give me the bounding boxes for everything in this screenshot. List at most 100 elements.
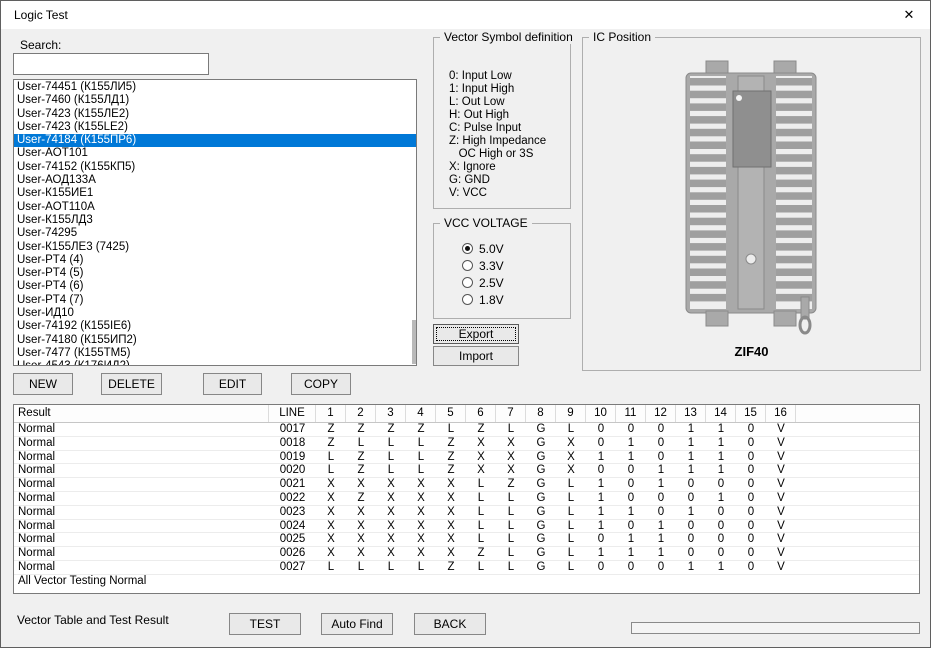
pin-cell: X <box>406 547 436 560</box>
table-row[interactable]: Normal0018ZLLLZXXGX010110V <box>14 437 919 451</box>
list-item[interactable]: User-7460 (К155ЛД1) <box>14 94 416 107</box>
list-item[interactable]: User-PT4 (5) <box>14 267 416 280</box>
list-item[interactable]: User-4543 (К176ИД2) <box>14 360 416 366</box>
vcc-radio-2.5V[interactable]: 2.5V <box>462 274 504 291</box>
test-button[interactable]: TEST <box>229 613 301 635</box>
table-row[interactable]: Normal0023XXXXXLLGL110100V <box>14 506 919 520</box>
list-item[interactable]: User-74152 (К155КП5) <box>14 161 416 174</box>
vector-symbol-line: Z: High Impedance <box>449 135 568 148</box>
table-row[interactable]: Normal0026XXXXXZLGL111000V <box>14 547 919 561</box>
header-cell[interactable]: 9 <box>556 405 586 422</box>
list-item[interactable]: User-AOT110A <box>14 201 416 214</box>
device-listbox[interactable]: User-74451 (К155ЛИ5)User-7460 (К155ЛД1)U… <box>13 79 417 366</box>
list-item[interactable]: User-К155ИЕ1 <box>14 187 416 200</box>
line-cell: 0023 <box>269 506 316 519</box>
list-item[interactable]: User-74451 (К155ЛИ5) <box>14 81 416 94</box>
header-cell[interactable]: 11 <box>616 405 646 422</box>
pin-cell: G <box>526 547 556 560</box>
list-item[interactable]: User-К155ЛД3 <box>14 214 416 227</box>
pin-cell: 0 <box>736 561 766 574</box>
pin-cell: 0 <box>736 464 766 477</box>
pin-cell: L <box>556 561 586 574</box>
pin-cell: L <box>556 547 586 560</box>
vector-symbol-line: OC High or 3S <box>449 148 568 161</box>
header-cell[interactable]: LINE <box>269 405 316 422</box>
list-item[interactable]: User-AOT101 <box>14 147 416 160</box>
pin-cell: L <box>556 506 586 519</box>
list-item[interactable]: User-PT4 (7) <box>14 294 416 307</box>
scrollbar-thumb[interactable] <box>412 320 416 364</box>
pin-cell: 0 <box>646 506 676 519</box>
pin-cell: L <box>496 423 526 436</box>
list-item[interactable]: User-ИД10 <box>14 307 416 320</box>
list-item[interactable]: User-74295 <box>14 227 416 240</box>
list-item[interactable]: User-7423 (К155ЛЕ2) <box>14 108 416 121</box>
pin-cell: V <box>766 520 796 533</box>
list-item[interactable]: User-7477 (К155ТМ5) <box>14 347 416 360</box>
close-icon[interactable]: ✕ <box>888 1 930 29</box>
header-cell[interactable]: 6 <box>466 405 496 422</box>
table-row[interactable]: Normal0017ZZZZLZLGL000110V <box>14 423 919 437</box>
vcc-radio-5.0V[interactable]: 5.0V <box>462 240 504 257</box>
line-cell: 0026 <box>269 547 316 560</box>
pin-cell: 1 <box>616 451 646 464</box>
new-button[interactable]: NEW <box>13 373 73 395</box>
header-cell[interactable]: 4 <box>406 405 436 422</box>
delete-button[interactable]: DELETE <box>101 373 162 395</box>
radio-icon <box>462 243 473 254</box>
pin-cell: X <box>496 451 526 464</box>
list-item[interactable]: User-74184 (К155ПР6) <box>14 134 416 147</box>
header-cell[interactable]: 16 <box>766 405 796 422</box>
import-button[interactable]: Import <box>433 346 519 366</box>
list-item[interactable]: User-74180 (К155ИП2) <box>14 334 416 347</box>
list-item[interactable]: User-7423 (К155LE2) <box>14 121 416 134</box>
export-button[interactable]: Export <box>433 324 519 344</box>
table-row[interactable]: Normal0022XZXXXLLGL100010V <box>14 492 919 506</box>
header-cell[interactable]: 2 <box>346 405 376 422</box>
pin-cell: V <box>766 464 796 477</box>
header-cell[interactable]: 13 <box>676 405 706 422</box>
pin-cell: 0 <box>736 547 766 560</box>
table-row[interactable]: Normal0025XXXXXLLGL011000V <box>14 533 919 547</box>
pin-cell: 0 <box>586 437 616 450</box>
header-cell[interactable]: 10 <box>586 405 616 422</box>
header-cell[interactable]: 14 <box>706 405 736 422</box>
table-row[interactable]: Normal0020LZLLZXXGX001110V <box>14 464 919 478</box>
edit-button[interactable]: EDIT <box>203 373 262 395</box>
list-item[interactable]: User-К155ЛЕ3 (7425) <box>14 241 416 254</box>
pin-cell: L <box>466 520 496 533</box>
table-row[interactable]: Normal0027LLLLZLLGL000110V <box>14 561 919 575</box>
header-cell[interactable]: 15 <box>736 405 766 422</box>
header-cell[interactable]: Result <box>14 405 269 422</box>
table-row[interactable]: Normal0021XXXXXLZGL101000V <box>14 478 919 492</box>
list-item[interactable]: User-74192 (К155IE6) <box>14 320 416 333</box>
pin-cell: 1 <box>646 478 676 491</box>
pin-cell: X <box>466 437 496 450</box>
pin-cell: X <box>556 464 586 477</box>
table-row[interactable]: Normal0024XXXXXLLGL101000V <box>14 520 919 534</box>
copy-button[interactable]: COPY <box>291 373 351 395</box>
window-title: Logic Test <box>14 8 68 22</box>
header-cell[interactable]: 8 <box>526 405 556 422</box>
header-cell[interactable]: 1 <box>316 405 346 422</box>
pin-cell: G <box>526 533 556 546</box>
pin-cell: X <box>316 492 346 505</box>
back-button[interactable]: BACK <box>414 613 486 635</box>
line-cell: 0027 <box>269 561 316 574</box>
list-item[interactable]: User-PT4 (6) <box>14 280 416 293</box>
header-cell[interactable]: 5 <box>436 405 466 422</box>
header-cell[interactable]: 7 <box>496 405 526 422</box>
header-cell[interactable]: 3 <box>376 405 406 422</box>
list-item[interactable]: User-АОД133А <box>14 174 416 187</box>
auto-find-button[interactable]: Auto Find <box>321 613 393 635</box>
list-item[interactable]: User-PT4 (4) <box>14 254 416 267</box>
pin-cell: 0 <box>736 533 766 546</box>
vcc-radio-3.3V[interactable]: 3.3V <box>462 257 504 274</box>
vcc-radio-1.8V[interactable]: 1.8V <box>462 291 504 308</box>
pin-cell: V <box>766 437 796 450</box>
result-cell: Normal <box>14 533 269 546</box>
search-input[interactable] <box>13 53 209 75</box>
vector-symbol-line: C: Pulse Input <box>449 122 568 135</box>
header-cell[interactable]: 12 <box>646 405 676 422</box>
table-row[interactable]: Normal0019LZLLZXXGX110110V <box>14 451 919 465</box>
